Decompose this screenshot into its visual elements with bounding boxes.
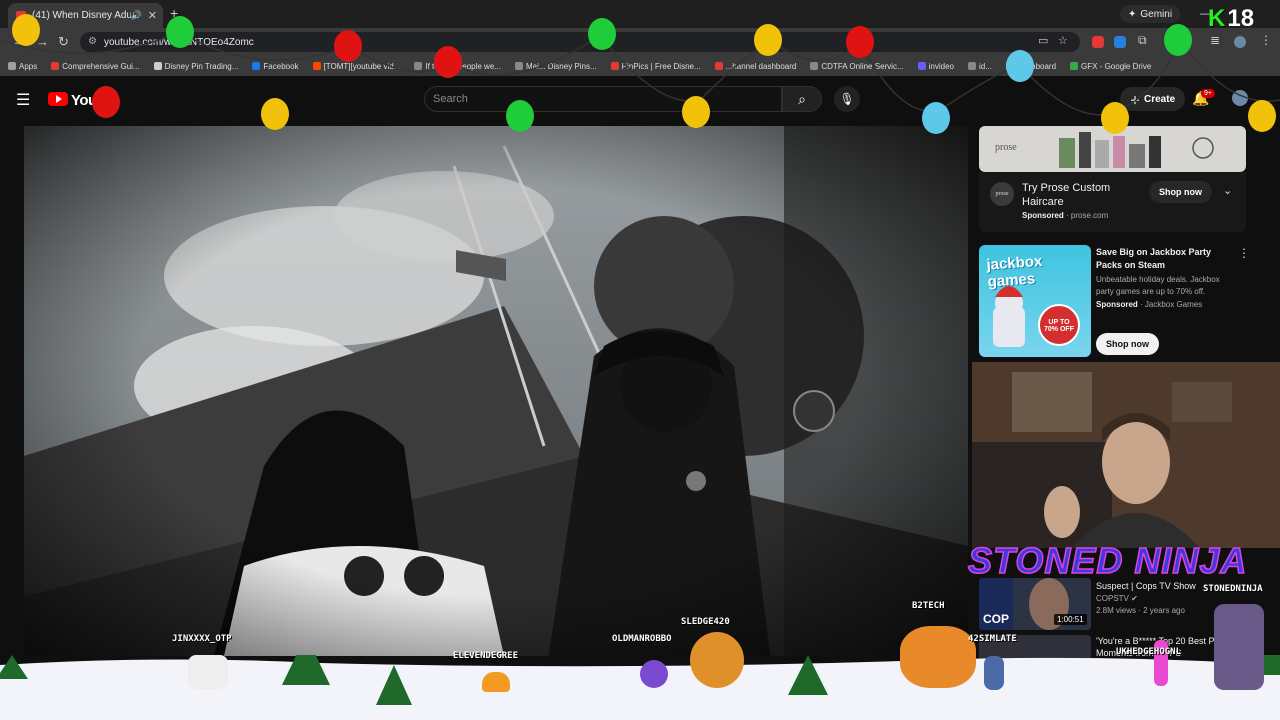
- webcam-scene: [972, 362, 1280, 548]
- ad-description: Unbeatable holiday deals. Jackbox party …: [1096, 275, 1220, 296]
- shop-now-button[interactable]: Shop now: [1149, 181, 1212, 203]
- jackbox-ad-thumbnail[interactable]: jackbox games UP TO 70% OFF: [979, 245, 1091, 357]
- ad-title[interactable]: Try Prose Custom Haircare: [1022, 181, 1132, 209]
- video-frame: [24, 126, 968, 656]
- ad-domain: prose.com: [1070, 211, 1109, 220]
- ad-advertiser: Jackbox Games: [1144, 300, 1203, 309]
- chatter-name: UKHEDGEHOGNL: [1116, 647, 1182, 657]
- chatter-avatar-bun: [482, 672, 510, 692]
- chatter-name: ELEVENDEGREE: [453, 651, 519, 661]
- ad-sponsor-line: Sponsored · Jackbox Games: [1096, 300, 1203, 309]
- ad-sponsor-line: Sponsored · prose.com: [1022, 211, 1109, 220]
- stoned-ninja-overlay-title: STONED NINJA: [967, 539, 1248, 582]
- chatter-name: 42SIMLATE: [968, 634, 1017, 644]
- chatter-avatar-cat: [188, 655, 228, 689]
- chatter-name: SLEDGE420: [681, 617, 730, 627]
- verified-icon: ✔: [1131, 594, 1138, 603]
- advertiser-logo: prose: [990, 182, 1014, 206]
- chatter-name: OLDMANROBBO: [612, 634, 672, 644]
- shop-now-button[interactable]: Shop now: [1096, 333, 1159, 355]
- ad-card-prose[interactable]: prose Try Prose Custom Haircare Sponsore…: [979, 172, 1246, 232]
- chevron-down-icon[interactable]: ⌄: [1223, 184, 1232, 197]
- channel-name-text: COPSTV: [1096, 594, 1129, 603]
- more-options-icon[interactable]: ⋮: [1238, 246, 1250, 260]
- sponsored-label: Sponsored: [1022, 211, 1064, 220]
- streamer-webcam: [972, 362, 1280, 548]
- chatter-name: B2TECH: [912, 601, 945, 611]
- video-duration: 1:00:51: [1054, 614, 1087, 625]
- thumbnail-logo-text: COP: [983, 612, 1010, 626]
- ad-title[interactable]: Save Big on Jackbox Party Packs on Steam: [1096, 246, 1236, 272]
- light-bulbs: [12, 14, 1276, 134]
- video-player[interactable]: [24, 126, 968, 656]
- streamer-name-tag: STONEDNINJA: [1203, 584, 1263, 594]
- discount-badge: UP TO 70% OFF: [1044, 319, 1074, 333]
- chatter-avatar-rocket: [984, 656, 1004, 690]
- chatter-name: JINXXXX_OTP: [172, 634, 232, 644]
- chatter-avatar-monkey: [690, 632, 744, 688]
- chatter-avatar-purple: [640, 660, 668, 688]
- chatter-avatar-tiger: [900, 626, 976, 688]
- sponsored-label: Sponsored: [1096, 300, 1138, 309]
- chatter-avatar-spartan: [1214, 604, 1264, 690]
- jackbox-ad-text[interactable]: Save Big on Jackbox Party Packs on Steam…: [1096, 246, 1236, 309]
- christmas-lights-overlay: [0, 14, 1280, 134]
- jackbox-mascot-image: [993, 286, 1080, 347]
